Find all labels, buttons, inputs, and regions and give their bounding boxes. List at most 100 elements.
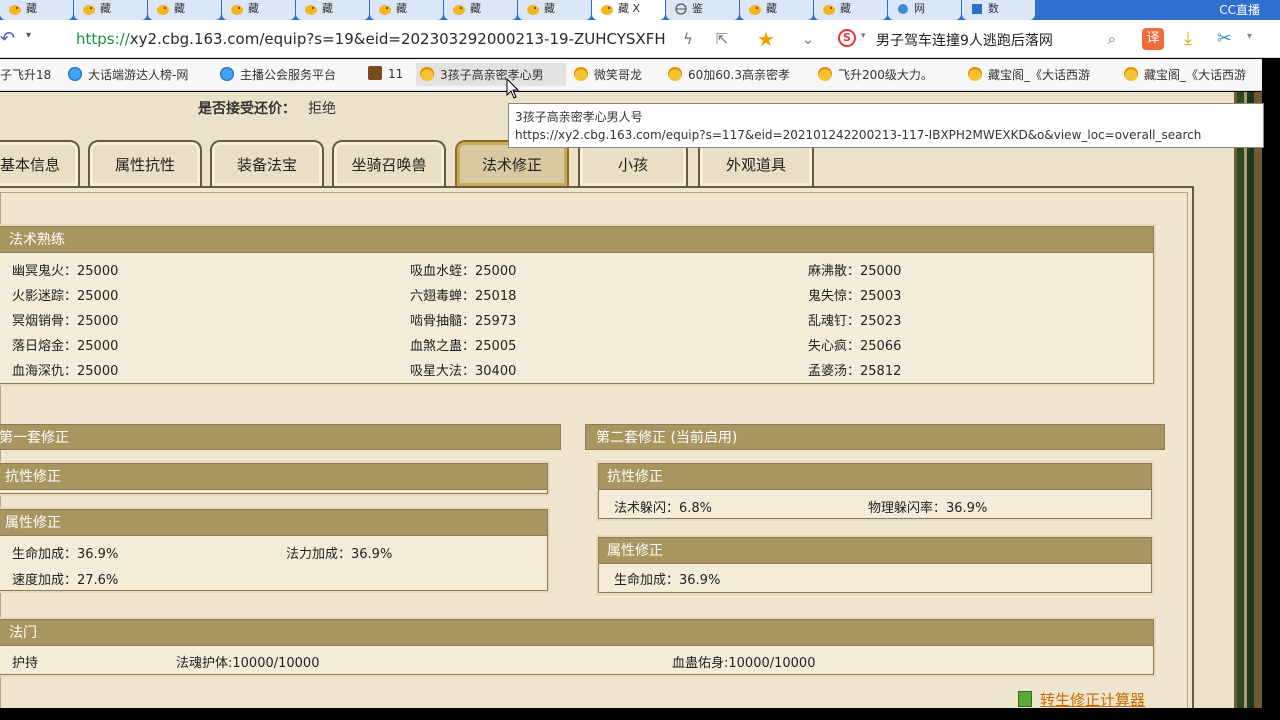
skill-value: 血海深仇：25000 [12,364,119,379]
skill-value: 六翅毒蝉：25018 [410,289,517,304]
bookmark-item[interactable]: 大话端游达人榜-网 [68,66,206,83]
attr-value: 生命加成：36.9% [614,573,721,588]
search-icon[interactable]: ⌕ [1102,29,1122,49]
browser-tab[interactable]: 藏 [740,0,813,20]
back-dropdown-icon[interactable]: ▾ [26,30,31,41]
tab-basic-info[interactable]: 基本信息 [0,140,80,186]
cbg-chick-icon [305,5,317,15]
set1-header: 第一套修正 [0,424,561,450]
swirl-icon [68,67,82,81]
skill-value: 啮骨抽髓：25973 [410,314,517,329]
lightning-icon[interactable]: ϟ [678,29,698,49]
swirl-icon [898,4,908,14]
cbg-chick-icon [9,5,21,15]
globe-icon [675,3,687,15]
share-icon[interactable]: ⇱ [712,29,732,49]
section-header: 法术熟练 [0,227,1153,253]
skill-value: 麻沸散：25000 [808,264,902,279]
fa-men-value: 护持 [12,656,39,671]
attr-value: 法力加成：36.9% [286,547,393,562]
cbg-chick-icon [453,5,465,15]
download-icon[interactable]: ⤓ [1184,28,1192,49]
page-frame-border [1234,92,1262,708]
bookmark-item[interactable]: 11 [368,66,412,81]
skill-value: 火影迷踪：25000 [12,289,119,304]
fa-men-value: 血蛊佑身:10000/10000 [672,656,816,671]
attr-value: 速度加成：27.6% [12,573,119,588]
browser-tab[interactable]: 藏 [518,0,591,20]
browser-tab[interactable]: 藏 [296,0,369,20]
cbg-chick-icon [83,5,95,15]
bookmark-item[interactable]: 60加60.3高亲密孝 [668,66,804,83]
star-icon[interactable]: ★ [756,29,776,49]
mouse-cursor-icon [506,78,520,99]
skill-value: 血煞之蛊：25005 [410,339,517,354]
browser-tab[interactable]: 藏 [74,0,147,20]
cbg-chick-icon [601,5,613,15]
bookmark-item[interactable]: 微笑哥龙 [574,66,658,83]
browser-tab[interactable]: 藏 [814,0,887,20]
chevron-down-icon[interactable]: ⌄ [798,29,818,49]
cbg-chick-icon [668,67,682,81]
cbg-chick-icon [527,5,539,15]
search-engine-dropdown-icon[interactable]: ▾ [861,31,866,41]
tab-equipment[interactable]: 装备法宝 [210,140,324,186]
bookmark-item[interactable]: 飞升200级大力。 [818,66,954,83]
browser-tab[interactable]: 藏 [444,0,517,20]
skill-proficiency-section: 法术熟练 [0,226,1154,384]
scissors-icon[interactable]: ✂ [1217,28,1232,49]
accept-counteroffer: 是否接受还价： 拒绝 [198,101,336,117]
bookmarks-bar: 子飞升18 大话端游达人榜-网 主播公会服务平台 11 3孩子高亲密孝心男 微笑… [0,59,1262,91]
set2-header: 第二套修正 (当前启用) [585,424,1165,450]
game-icon [368,66,382,80]
set1-resist-section: 抗性修正 [0,463,548,494]
fa-men-value: 法魂护体:10000/10000 [176,656,320,671]
back-icon[interactable]: ↶ [0,28,22,50]
skill-value: 乱魂钉：25023 [808,314,902,329]
browser-tab[interactable]: 藏 [0,0,73,20]
cbg-chick-icon [420,67,434,81]
url-field[interactable]: https://xy2.cbg.163.com/equip?s=19&eid=2… [76,30,666,48]
search-input[interactable]: 男子驾车连撞9人逃跑后落网 [876,30,1053,50]
cbg-chick-icon [818,67,832,81]
browser-tab[interactable]: 鉴 [666,0,739,20]
bookmark-item[interactable]: 子飞升18 [0,66,56,83]
tab-mount-summon[interactable]: 坐骑召唤兽 [332,140,446,186]
search-engine-icon[interactable]: S [838,29,856,47]
cbg-chick-icon [574,67,588,81]
browser-tab[interactable]: 藏 [148,0,221,20]
cbg-chick-icon [823,5,835,15]
bookmark-item-hovered[interactable]: 3孩子高亲密孝心男 [416,63,566,86]
tooltip-title: 3孩子高亲密孝心男人号 [515,110,643,124]
translate-icon[interactable]: 译 [1142,28,1164,50]
browser-tab[interactable]: 数 [962,0,1035,20]
bookmark-item[interactable]: 藏宝阁_《大话西游 [968,66,1110,83]
browser-tab[interactable]: 网 [888,0,961,20]
address-bar: ↶ ▾ https://xy2.cbg.163.com/equip?s=19&e… [0,20,1280,58]
resist-value: 物理躲闪率：36.9% [868,501,988,516]
calculator-icon [1018,691,1032,707]
cloud-icon [220,67,234,81]
browser-tab[interactable]: 藏 [222,0,295,20]
skill-value: 吸血水蛭：25000 [410,264,517,279]
skill-value: 幽冥鬼火：25000 [12,264,119,279]
section-header: 法门 [0,620,1153,646]
browser-tab-active[interactable]: 藏 X [592,0,665,20]
fa-men-section: 法门 [0,619,1154,675]
tab-attribute-resist[interactable]: 属性抗性 [88,140,202,186]
skill-value: 失心疯：25066 [808,339,902,354]
skill-value: 孟婆汤：25812 [808,364,902,379]
resist-value: 法术躲闪：6.8% [614,501,713,516]
skill-value: 吸星大法：30400 [410,364,517,379]
skill-value: 鬼失惊：25003 [808,289,902,304]
section-header: 抗性修正 [599,464,1151,490]
bookmark-item[interactable]: 主播公会服务平台 [220,66,358,83]
cbg-chick-icon [749,5,761,15]
rebirth-calculator-link[interactable]: 转生修正计算器 [1018,689,1145,708]
skill-value: 冥烟销骨：25000 [12,314,119,329]
tools-dropdown-icon[interactable]: ▾ [1247,31,1252,42]
browser-tab[interactable]: 藏 [370,0,443,20]
live-badge: CC直播 [1219,3,1260,17]
tooltip-url: https://xy2.cbg.163.com/equip?s=117&eid=… [515,128,1202,142]
bookmark-item[interactable]: 藏宝阁_《大话西游 [1124,66,1262,83]
